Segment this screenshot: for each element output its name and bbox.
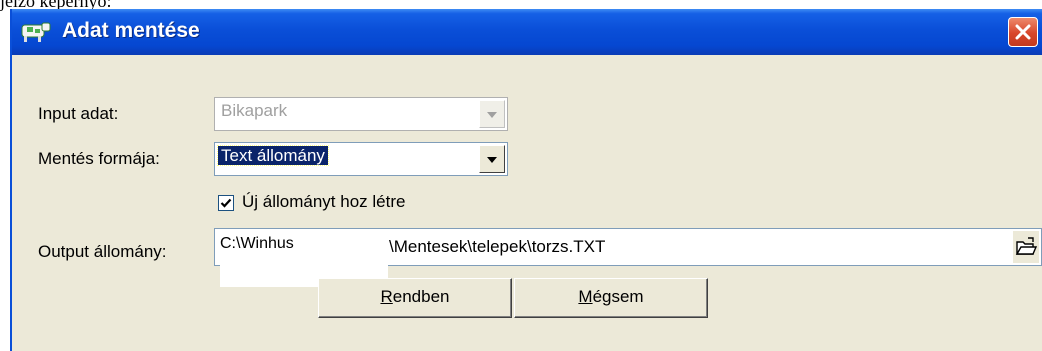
page-caption: jelző képernyő: xyxy=(0,0,112,11)
save-format-dropdown-button[interactable] xyxy=(479,145,505,173)
input-data-dropdown-button xyxy=(479,100,505,128)
browse-button[interactable] xyxy=(1013,231,1039,263)
input-data-value: Bikapark xyxy=(221,101,288,120)
cancel-button-mnemonic: M xyxy=(578,287,593,306)
close-button[interactable] xyxy=(1008,17,1038,47)
open-folder-icon xyxy=(1015,237,1038,255)
new-file-checkbox[interactable] xyxy=(218,195,234,211)
save-format-combo[interactable]: Text állomány xyxy=(214,142,508,176)
ok-button-label: endben xyxy=(392,287,450,306)
input-data-label: Input adat: xyxy=(38,104,119,123)
close-x-icon xyxy=(1015,24,1031,40)
chevron-down-icon xyxy=(487,112,497,118)
new-file-checkbox-label: Új állományt hoz létre xyxy=(242,192,406,211)
output-file-prefix: C:\Winhus xyxy=(220,235,294,252)
output-file-label: Output állomány: xyxy=(38,242,167,261)
save-format-value: Text állomány xyxy=(217,145,329,166)
cow-icon xyxy=(21,22,51,42)
output-file-path: \Mentesek\telepek\torzs.TXT xyxy=(389,237,606,256)
save-data-dialog: Adat mentése Input adat: Bikapark Mentés… xyxy=(10,9,1042,351)
save-format-label: Mentés formája: xyxy=(38,149,160,168)
cancel-button-label: égsem xyxy=(592,287,644,306)
chevron-down-icon xyxy=(487,157,497,163)
ok-button[interactable]: Rendben xyxy=(318,278,512,318)
title-bar[interactable]: Adat mentése xyxy=(12,9,1042,55)
input-data-combo: Bikapark xyxy=(214,97,508,131)
window-title: Adat mentése xyxy=(62,19,200,42)
cancel-button[interactable]: Mégsem xyxy=(514,278,708,318)
ok-button-mnemonic: R xyxy=(380,287,393,306)
checkmark-icon xyxy=(220,198,232,208)
